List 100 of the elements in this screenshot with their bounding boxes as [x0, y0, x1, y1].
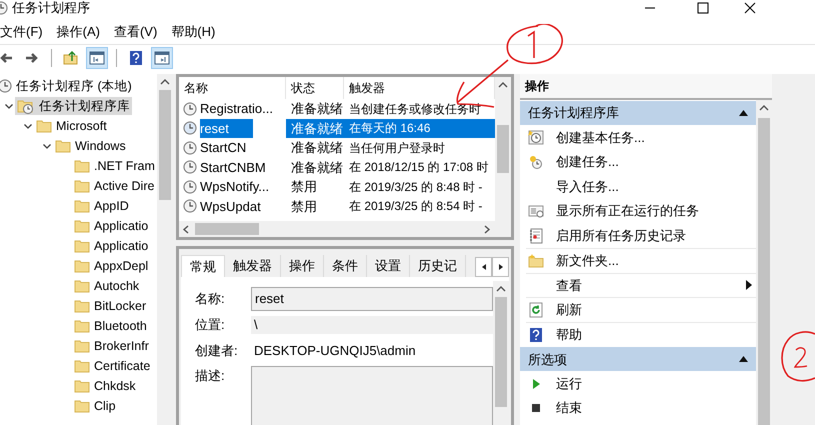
chevron-icon[interactable]	[23, 121, 33, 131]
table-cell-text: Registratio...	[200, 100, 273, 118]
folder-icon	[74, 379, 90, 393]
refresh-icon	[528, 302, 544, 318]
tree-item[interactable]: 任务计划程序 (本地)	[0, 76, 134, 96]
folder-icon	[74, 279, 90, 293]
tab-scroll-left-button[interactable]	[475, 257, 492, 277]
action-item[interactable]: 启用所有任务历史记录	[526, 223, 756, 248]
toolbar-button[interactable]	[86, 46, 108, 68]
help-icon	[128, 50, 144, 66]
clock-icon	[183, 180, 197, 194]
tree-item[interactable]: BitLocker	[72, 296, 148, 316]
name-field[interactable]: reset	[251, 287, 493, 311]
scrollbar[interactable]	[493, 281, 509, 425]
menu-item[interactable]: 查看(V)	[114, 22, 158, 42]
folder-icon	[74, 319, 90, 333]
tree-item[interactable]: Bluetooth	[72, 316, 149, 336]
folder-icon	[74, 179, 90, 193]
scroll-left-icon[interactable]	[182, 225, 190, 234]
horizontal-scrollbar[interactable]	[179, 221, 511, 237]
menu-item[interactable]: 文件(F)	[0, 22, 43, 42]
scrollbar-thumb[interactable]	[195, 223, 259, 235]
scroll-up-icon[interactable]	[759, 104, 769, 112]
section-header[interactable]: 所选项	[520, 347, 756, 372]
scroll-up-icon[interactable]	[496, 285, 506, 293]
section-header[interactable]: 任务计划程序库	[520, 101, 756, 125]
task-row[interactable]: reset 准备就绪 在每天的 16:46	[179, 118, 495, 138]
tree-item[interactable]: AppID	[72, 196, 131, 216]
tree-item[interactable]: Microsoft	[34, 116, 109, 136]
folder-up-icon	[63, 50, 79, 66]
tree-item[interactable]: Windows	[53, 136, 128, 156]
task-row[interactable]: WpsNotify... 禁用 在 2019/3/25 的 8:48 时 -	[179, 177, 495, 196]
tree-item[interactable]: Autochk	[72, 276, 142, 296]
action-item[interactable]: 运行	[526, 371, 756, 396]
action-item[interactable]: 新文件夹...	[526, 248, 756, 273]
table-cell-text: WpsNotify...	[200, 178, 270, 196]
tree-item[interactable]: Chkdsk	[72, 376, 138, 396]
menu-item[interactable]: 操作(A)	[56, 22, 100, 42]
table-cell-text: 准备就绪	[290, 158, 344, 176]
pane-icon	[154, 50, 170, 66]
description-field[interactable]	[251, 366, 493, 425]
table-cell-text: 准备就绪	[290, 139, 344, 157]
tree-item[interactable]: Clip	[72, 396, 118, 416]
pane-icon	[89, 50, 105, 66]
tree-item[interactable]: BrokerInfr	[72, 336, 151, 356]
action-item[interactable]: 刷新	[526, 297, 756, 322]
folder-icon	[528, 252, 544, 269]
scrollbar-thumb[interactable]	[758, 118, 770, 425]
column-header[interactable]: 状态	[286, 77, 344, 99]
folder-icon	[74, 299, 90, 313]
chevron-icon[interactable]	[42, 141, 52, 151]
action-item[interactable]: 创建任务...	[526, 150, 756, 174]
tree-item[interactable]: Certificate	[72, 356, 152, 376]
folder-icon	[74, 399, 90, 413]
task-row[interactable]: Registratio... 准备就绪 当创建任务或修改任务时	[179, 99, 495, 118]
panel-header: 操作	[520, 74, 772, 100]
tab-scroll-right-button[interactable]	[492, 257, 509, 277]
action-item[interactable]: 查看	[526, 272, 756, 298]
collapse-triangle-icon[interactable]	[739, 356, 748, 362]
tree-item[interactable]: Active Dire	[72, 176, 156, 196]
right-triangle-icon	[498, 264, 502, 270]
scroll-right-icon[interactable]	[483, 225, 491, 234]
table-cell-text: 在 2019/3/25 的 8:48 时 -	[348, 178, 484, 196]
action-item[interactable]: 结束	[526, 396, 756, 421]
left-triangle-icon	[482, 264, 486, 270]
tree-item[interactable]: Applicatio	[72, 236, 150, 256]
toolbar-button[interactable]	[151, 46, 173, 68]
table-cell-text: 在每天的 16:46	[348, 120, 432, 138]
action-item[interactable]: 导入任务...	[526, 174, 756, 199]
help-icon	[528, 326, 544, 343]
maximize-icon[interactable]	[697, 2, 709, 14]
action-item[interactable]: 创建基本任务...	[526, 125, 756, 150]
folder-icon	[36, 119, 52, 133]
folder-icon	[74, 159, 90, 173]
scrollbar-thumb[interactable]	[497, 125, 509, 173]
tab[interactable]: 常规	[181, 255, 225, 277]
scrollbar-thumb[interactable]	[495, 297, 507, 407]
scroll-up-icon[interactable]	[498, 81, 508, 89]
location-field[interactable]: \	[251, 316, 493, 334]
scroll-up-icon[interactable]	[160, 78, 170, 86]
tree-item[interactable]: AppxDepl	[72, 256, 150, 276]
scrollbar-thumb[interactable]	[158, 90, 171, 200]
task-row[interactable]: WpsUpdat 禁用 在 2019/3/25 的 8:54 时 -	[179, 196, 495, 216]
task-row[interactable]: StartCN 准备就绪 当任何用户登录时	[179, 138, 495, 158]
tree-item[interactable]: Applicatio	[72, 216, 150, 236]
tree-item[interactable]: 任务计划程序库	[15, 96, 132, 116]
task-row[interactable]: StartCNBM 准备就绪 在 2018/12/15 的 17:08 时	[179, 158, 495, 177]
collapse-triangle-icon[interactable]	[739, 110, 748, 116]
tree-item[interactable]: .NET Fram	[72, 156, 157, 176]
scrollbar[interactable]	[756, 100, 772, 425]
scrollbar[interactable]	[156, 74, 172, 425]
table-cell-text: 在 2018/12/15 的 17:08 时	[348, 159, 490, 176]
scrollbar[interactable]	[495, 77, 511, 221]
action-item[interactable]: 帮助	[526, 322, 756, 346]
action-item[interactable]: 显示所有正在运行的任务	[526, 198, 756, 224]
field-label: 描述:	[195, 367, 226, 385]
close-icon[interactable]	[744, 2, 756, 14]
chevron-icon[interactable]	[4, 101, 14, 111]
menu-item[interactable]: 帮助(H)	[171, 22, 216, 42]
folder-icon	[55, 139, 71, 153]
